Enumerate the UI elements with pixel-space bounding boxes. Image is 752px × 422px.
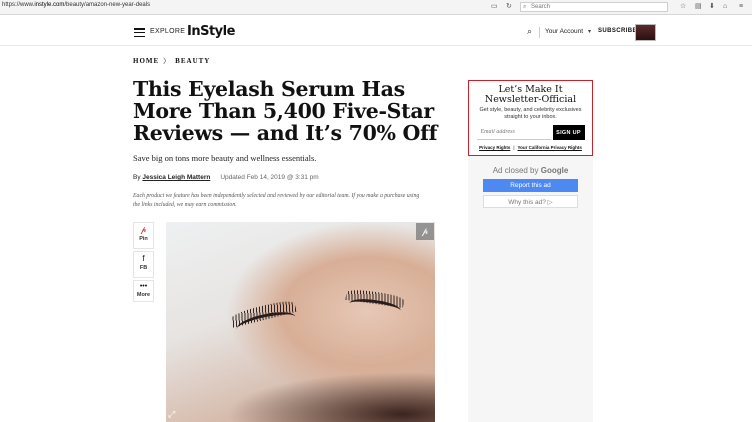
article-dek: Save big on tons more beauty and wellnes… — [133, 153, 317, 163]
facebook-icon: f — [142, 254, 145, 263]
ad-closed-prefix: Ad closed by — [492, 166, 541, 175]
ad-closed-notice: Ad closed by Google — [468, 166, 593, 175]
subscribe-link[interactable]: SUBSCRIBE — [598, 28, 637, 34]
reload-icon[interactable]: ↻ — [506, 2, 512, 12]
fb-label: FB — [139, 265, 148, 271]
byline-prefix: By — [133, 174, 143, 181]
site-search-icon[interactable]: ⌕ — [527, 26, 532, 37]
more-share-button[interactable]: ••• More — [133, 280, 154, 302]
updated-timestamp: Updated Feb 14, 2019 @ 3:31 pm — [220, 174, 319, 181]
pinterest-share-button[interactable]: 𝓅 Pin — [133, 222, 154, 249]
author-link[interactable]: Jessica Leigh Mattern — [142, 174, 210, 181]
pinterest-icon: 𝓅 — [421, 226, 429, 236]
download-icon[interactable]: ⬇ — [709, 2, 715, 12]
browser-search-input[interactable]: ⌕ Search — [520, 2, 668, 12]
explore-link[interactable]: EXPLORE — [150, 28, 185, 35]
hero-shadow — [226, 372, 435, 422]
home-icon[interactable]: ⌂ — [723, 2, 727, 12]
why-this-ad-button[interactable]: Why this ad? ▷ — [483, 195, 578, 208]
breadcrumb-home[interactable]: HOME — [133, 57, 159, 65]
hamburger-menu-icon[interactable] — [134, 28, 145, 38]
article-title: This Eyelash Serum Has More Than 5,400 F… — [133, 77, 438, 145]
sign-up-button[interactable]: SIGN UP — [552, 125, 585, 140]
google-brand: Google — [540, 166, 569, 175]
more-label: More — [136, 292, 151, 298]
pinterest-icon: 𝓅 — [140, 225, 147, 234]
newsletter-form: SIGN UP — [476, 125, 585, 140]
byline: By Jessica Leigh Mattern Updated Feb 14, … — [133, 174, 319, 181]
privacy-rights-link[interactable]: Privacy Rights — [479, 145, 510, 150]
hero-image — [166, 222, 435, 422]
newsletter-title: Let’s Make It Newsletter-Official — [469, 85, 592, 105]
account-dropdown-icon[interactable]: ▾ — [588, 28, 591, 35]
bookmark-star-icon[interactable]: ☆ — [680, 2, 686, 12]
facebook-share-button[interactable]: f FB — [133, 251, 154, 278]
url-host: instyle.com — [34, 2, 65, 8]
image-pin-button[interactable]: 𝓅 — [416, 223, 434, 240]
url-path: /beauty/amazon-new-year-deals — [64, 2, 151, 8]
menu-icon[interactable]: ≡ — [739, 2, 743, 12]
browser-toolbar: https://www.instyle.com/beauty/amazon-ne… — [0, 0, 752, 15]
newsletter-subtitle: Get style, beauty, and celebrity exclusi… — [479, 107, 582, 120]
header-divider — [539, 27, 540, 38]
california-privacy-link[interactable]: Your California Privacy Rights — [518, 145, 582, 150]
site-logo[interactable]: InStyle — [187, 24, 235, 39]
breadcrumb-chevron-icon: 〉 — [163, 57, 172, 65]
search-placeholder: Search — [531, 4, 551, 10]
ellipsis-icon: ••• — [139, 283, 148, 290]
library-icon[interactable]: ▤ — [695, 2, 702, 12]
email-field[interactable] — [476, 125, 551, 140]
report-ad-button[interactable]: Report this ad — [483, 179, 578, 192]
account-link[interactable]: Your Account — [545, 28, 583, 35]
breadcrumb: HOME 〉 BEAUTY — [133, 56, 210, 66]
newsletter-signup-box: Let’s Make It Newsletter-Official Get st… — [468, 80, 593, 156]
pin-label: Pin — [139, 236, 148, 242]
reader-view-icon[interactable]: ▭ — [491, 2, 498, 12]
newsletter-title-line2: Newsletter-Official — [484, 94, 577, 105]
url-prefix: https://www. — [2, 2, 35, 8]
expand-icon[interactable]: ⤢ — [168, 408, 180, 420]
site-header: EXPLORE InStyle ⌕ Your Account ▾ SUBSCRI… — [0, 16, 752, 46]
breadcrumb-section[interactable]: BEAUTY — [175, 57, 210, 65]
search-icon: ⌕ — [523, 4, 527, 10]
privacy-links: Privacy Rights | Your California Privacy R… — [479, 145, 582, 150]
address-bar[interactable]: https://www.instyle.com/beauty/amazon-ne… — [2, 2, 150, 8]
magazine-cover-thumbnail[interactable] — [635, 24, 656, 41]
affiliate-disclaimer: Each product we feature has been indepen… — [133, 193, 420, 208]
